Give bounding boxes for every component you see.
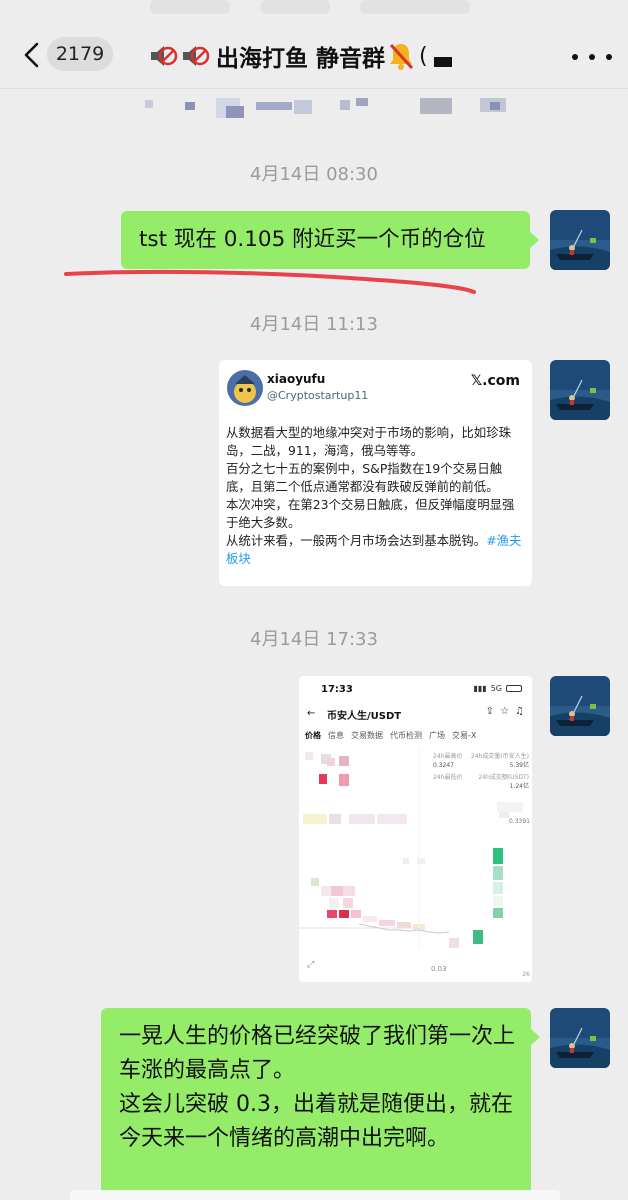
top-status-strip [0, 0, 628, 26]
expand-icon: ⤢ [307, 960, 315, 970]
message-timestamp: 4月14日 08:30 [250, 164, 378, 185]
input-bar-edge [70, 1190, 560, 1200]
blurred-strip-block [150, 0, 230, 14]
message-text: tst 现在 0.105 附近买一个币的仓位 [139, 227, 486, 252]
share-icon: ⇪ [485, 706, 495, 717]
message-timestamp: 4月14日 11:13 [250, 314, 378, 335]
more-options-icon[interactable] [572, 50, 612, 64]
tweet-display-name: xiaoyufu [267, 372, 326, 386]
red-underline-annotation [64, 269, 476, 294]
screenshot-tabs: 价格 信息 交易数据 代币检测 广场 交易-X [305, 730, 476, 741]
tweet-line: 百分之七十五的案例中，S&P指数在19个交易日触底，且第二个低点通常都没有跌破反… [226, 461, 503, 494]
tweet-body: 从数据看大型的地缘冲突对于市场的影响，比如珍珠岛，二战，911，海湾，俄乌等等。… [226, 424, 526, 568]
muted-speaker-icon [151, 46, 178, 66]
star-icon: ☆ [500, 706, 510, 717]
message-line: 一晃人生的价格已经突破了我们第一次上车涨的最高点了。 [119, 1024, 516, 1083]
tweet-author-avatar [227, 370, 263, 406]
chat-title-row: 出海打鱼 静音群 ( [148, 36, 452, 76]
shared-tweet-card[interactable]: xiaoyufu @Cryptostartup11 𝕏.com 从数据看大型的地… [219, 360, 532, 586]
message-bubble[interactable]: 一晃人生的价格已经突破了我们第一次上车涨的最高点了。 这会儿突破 0.3，出着就… [101, 1008, 540, 1200]
user-avatar[interactable] [550, 360, 610, 420]
tweet-line: 本次冲突，在第23个交易日触底，但反弹幅度明显强于绝大多数。 [226, 497, 515, 530]
user-avatar[interactable] [550, 676, 610, 736]
screenshot-tab: 交易-X [452, 731, 477, 740]
unread-count-badge[interactable]: 2179 [47, 37, 113, 71]
x-logo-icon: 𝕏.com [470, 373, 520, 389]
message-text: 一晃人生的价格已经突破了我们第一次上车涨的最高点了。 这会儿突破 0.3，出着就… [119, 1020, 519, 1156]
screenshot-tab: 信息 [328, 731, 344, 740]
chat-header: 2179 出海打鱼 静音群 ( [0, 24, 628, 90]
user-avatar[interactable] [550, 210, 610, 270]
screenshot-corner-value: 26 [522, 971, 530, 978]
shared-chart-screenshot[interactable]: 17:33 ▮▮▮ 5G ← 币安人生/USDT ⇪ ☆ ♫ 价格 信息 交易数… [299, 676, 532, 982]
screenshot-clock: 17:33 [321, 684, 353, 695]
screenshot-status-bar: ▮▮▮ 5G [473, 684, 522, 693]
header-divider [0, 88, 628, 89]
screenshot-network: 5G [490, 684, 502, 693]
screenshot-back-icon: ← [307, 708, 316, 719]
redacted-title-block [433, 57, 452, 67]
user-avatar[interactable] [550, 1008, 610, 1068]
message-line: 这会儿突破 0.3，出着就是随便出，就在今天来一个情绪的高潮中出完啊。 [119, 1092, 513, 1151]
screenshot-tab: 广场 [429, 731, 445, 740]
pixelated-member-strip [140, 96, 520, 122]
tweet-line: 从统计来看，一般两个月市场会达到基本脱钩。 [226, 533, 487, 548]
screenshot-trading-pair: 币安人生/USDT [327, 711, 402, 722]
tweet-line: 从数据看大型的地缘冲突对于市场的影响，比如珍珠岛，二战，911，海湾，俄乌等等。 [226, 425, 511, 458]
muted-bell-icon [389, 43, 414, 70]
screenshot-tab: 交易数据 [351, 731, 383, 740]
back-arrow-icon[interactable] [20, 40, 44, 70]
blurred-strip-block [260, 0, 330, 14]
screenshot-tab: 代币检测 [390, 731, 422, 740]
pixelated-candle-chart [299, 748, 523, 948]
screenshot-low-price: 0.03 [431, 965, 447, 973]
chat-title: 出海打鱼 静音群 [216, 46, 386, 72]
chat-title-tail: ( [419, 43, 428, 69]
screenshot-actions: ⇪ ☆ ♫ [486, 706, 524, 717]
battery-icon [506, 685, 522, 692]
signal-icon: ▮▮▮ [473, 684, 487, 693]
blurred-strip-block [360, 0, 470, 14]
muted-speaker-icon [183, 46, 210, 66]
tweet-handle: @Cryptostartup11 [267, 389, 369, 402]
screenshot-tab: 价格 [305, 731, 321, 740]
message-timestamp: 4月14日 17:33 [250, 629, 378, 650]
bell-icon: ♫ [515, 706, 524, 717]
